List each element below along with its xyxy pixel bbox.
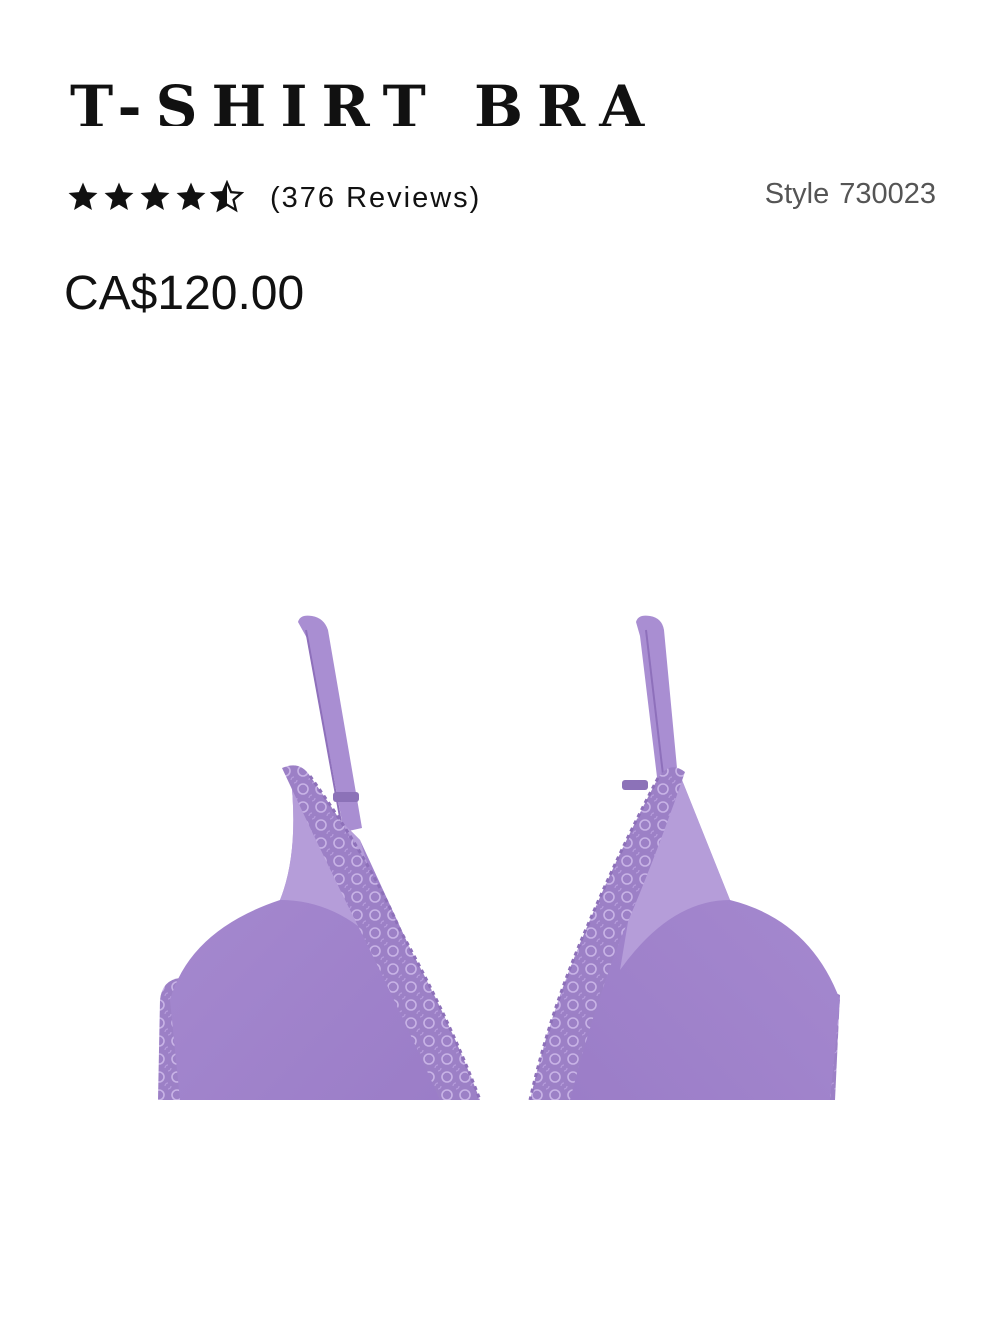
rating-row: (376 Reviews) Style 730023 — [66, 176, 946, 224]
star-icon — [68, 182, 98, 211]
star-rating[interactable] — [66, 180, 244, 214]
style-number: Style 730023 — [765, 178, 936, 211]
product-image[interactable] — [150, 600, 850, 1100]
style-label: Style — [764, 178, 830, 210]
star-icon — [140, 182, 170, 211]
star-icon — [104, 182, 134, 211]
half-star-icon — [210, 180, 244, 213]
product-title: T-SHIRT BRA — [70, 78, 659, 126]
star-icon — [176, 182, 206, 211]
reviews-link[interactable]: (376 Reviews) — [270, 182, 481, 215]
bra-illustration — [158, 615, 840, 1100]
product-price: CA$120.00 — [64, 267, 305, 320]
product-title-container: T-SHIRT BRA — [70, 78, 690, 126]
style-value: 730023 — [839, 178, 936, 210]
